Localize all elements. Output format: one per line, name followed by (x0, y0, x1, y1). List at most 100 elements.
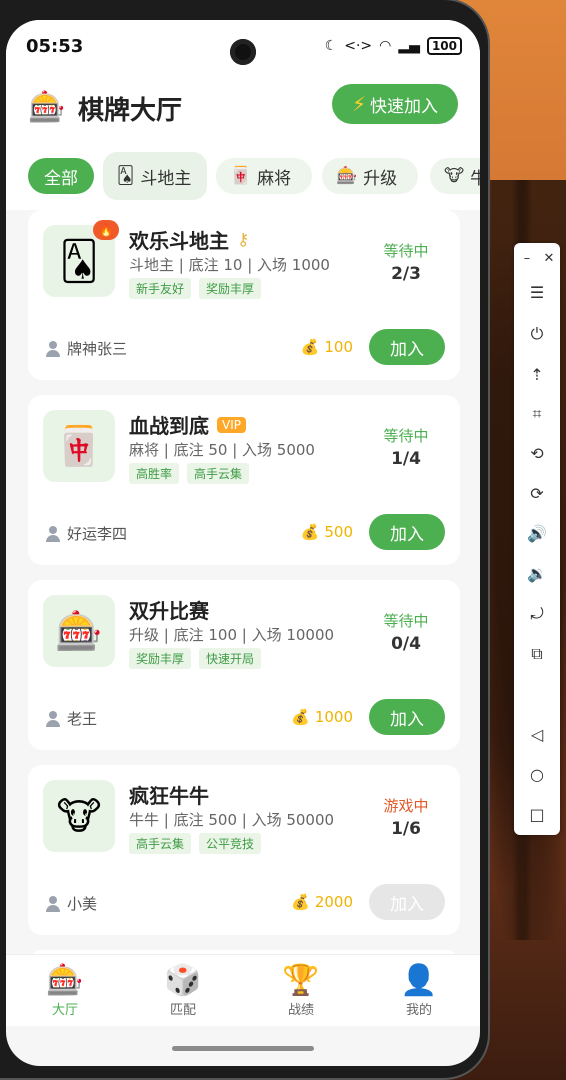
front-camera (230, 39, 256, 65)
room-tag: 高手云集 (187, 463, 250, 484)
player-count: 1/6 (391, 819, 421, 839)
room-title: 疯狂牛牛 (129, 780, 209, 809)
quick-join-label: 快速加入 (370, 96, 439, 117)
room-title: 双升比赛 (129, 595, 209, 624)
nav-lobby[interactable]: 🎰 大厅 (6, 963, 124, 1018)
upload-icon[interactable]: ⇡ (514, 361, 560, 389)
room-card[interactable]: 🐮 疯狂牛牛 牛牛 | 底注 500 | 入场 50000 高手云集 公平竞技 … (28, 765, 460, 935)
room-thumbnail: 🐮 (43, 780, 115, 852)
room-owner: 好运李四 (45, 523, 127, 544)
home-icon[interactable]: ○ (514, 761, 560, 789)
coin-amount: 2000 (314, 893, 353, 911)
room-coins: 💰 100 (301, 338, 353, 356)
money-bag-icon: 💰 (300, 338, 320, 356)
join-button-disabled: 加入 (369, 884, 445, 920)
owner-name: 好运李四 (67, 525, 128, 543)
tab-niuniu[interactable]: 🐮 牛 (430, 158, 480, 194)
vip-badge: VIP (217, 416, 246, 433)
battery-indicator: 100 (426, 37, 462, 55)
emulator-side-toolbar: – ✕ ☰ ⏻ ⇡ ⌗ ⟲ ⟳ 🔊 🔉 ⤾ ⧉ ◁ ○ □ (514, 243, 560, 835)
cow-icon: 🐮 (56, 794, 102, 838)
room-name: 血战到底 (129, 414, 209, 438)
room-list: 🂡 🔥 欢乐斗地主 ⚷ 斗地主 | 底注 10 | 入场 1000 新手友好 奖… (6, 210, 480, 956)
tab-doudizhu[interactable]: 🂡 斗地主 (103, 152, 207, 200)
app-header: 🎰 棋牌大厅 ⚡ 快速加入 (6, 76, 480, 152)
tab-label: 全部 (44, 168, 78, 189)
bottom-navigation: 🎰 大厅 🎲 匹配 🏆 战绩 👤 我的 (6, 954, 480, 1026)
tab-shengji[interactable]: 🎰 升级 (322, 158, 418, 194)
room-tag: 高胜率 (129, 463, 180, 484)
slot-machine-icon: 🎰 (46, 963, 84, 998)
recents-icon[interactable]: □ (514, 801, 560, 829)
player-count: 1/4 (391, 449, 421, 469)
room-thumbnail: 🎰 (43, 595, 115, 667)
wifi-icon: ◠ (379, 38, 392, 54)
room-tag: 高手云集 (129, 833, 192, 854)
card-icon: 🂡 (117, 166, 135, 186)
page-title: 棋牌大厅 (78, 96, 183, 126)
room-coins: 💰 2000 (291, 893, 353, 911)
room-coins: 💰 1000 (291, 708, 353, 726)
home-indicator[interactable] (172, 1046, 314, 1051)
playing-card-icon: 🂡 (59, 239, 99, 283)
crop-icon[interactable]: ⌗ (514, 400, 560, 428)
person-icon (45, 525, 61, 542)
join-button[interactable]: 加入 (369, 329, 445, 365)
room-name: 疯狂牛牛 (129, 784, 209, 808)
room-title: 血战到底 VIP (129, 410, 246, 439)
coin-amount: 100 (324, 338, 353, 356)
room-desc: 麻将 | 底注 50 | 入场 5000 (129, 441, 315, 459)
volume-up-icon[interactable]: 🔊 (514, 520, 560, 548)
player-count: 2/3 (391, 264, 421, 284)
volume-down-icon[interactable]: 🔉 (514, 560, 560, 588)
tab-all[interactable]: 全部 (28, 158, 94, 194)
screenshot-icon[interactable]: ⧉ (514, 640, 560, 668)
close-icon[interactable]: ✕ (526, 245, 566, 273)
room-tags: 新手友好 奖励丰厚 (129, 278, 262, 299)
room-thumbnail: 🀄 (43, 410, 115, 482)
room-tag: 奖励丰厚 (129, 648, 192, 669)
nav-profile[interactable]: 👤 我的 (360, 963, 478, 1018)
status-icons: ☾ <·> ◠ ▂▄ 100 (325, 37, 462, 55)
tab-label: 麻将 (257, 168, 292, 189)
app-screen: 05:53 ☾ <·> ◠ ▂▄ 100 🎰 棋牌大厅 ⚡ 快速加入 全部 🂡 … (6, 20, 480, 1066)
room-card[interactable]: 🂡 🔥 欢乐斗地主 ⚷ 斗地主 | 底注 10 | 入场 1000 新手友好 奖… (28, 210, 460, 380)
nav-label: 我的 (405, 1003, 432, 1018)
join-button[interactable]: 加入 (369, 514, 445, 550)
rotate-right-icon[interactable]: ⟳ (514, 480, 560, 508)
signal-icon: ▂▄ (398, 38, 420, 54)
screen-rotate-icon[interactable]: ⤾ (514, 600, 560, 628)
person-icon (45, 895, 61, 912)
room-card[interactable]: 🎰 双升比赛 升级 | 底注 100 | 入场 10000 奖励丰厚 快速开局 … (28, 580, 460, 750)
room-desc: 牛牛 | 底注 500 | 入场 50000 (129, 811, 335, 829)
nav-records[interactable]: 🏆 战绩 (242, 963, 360, 1018)
room-tag: 公平竞技 (199, 833, 262, 854)
nav-match[interactable]: 🎲 匹配 (124, 963, 242, 1018)
power-icon[interactable]: ⏻ (514, 320, 560, 348)
person-icon (45, 710, 61, 727)
room-tags: 高胜率 高手云集 (129, 463, 250, 484)
owner-name: 老王 (67, 710, 98, 728)
cow-icon: 🐮 (444, 166, 465, 186)
category-tabs: 全部 🂡 斗地主 🀄 麻将 🎰 升级 🐮 牛 (6, 152, 480, 210)
money-bag-icon: 💰 (300, 523, 320, 541)
room-tag: 快速开局 (199, 648, 262, 669)
room-desc: 斗地主 | 底注 10 | 入场 1000 (129, 256, 330, 274)
coin-amount: 1000 (314, 708, 353, 726)
rotate-left-icon[interactable]: ⟲ (514, 440, 560, 468)
room-owner: 小美 (45, 893, 97, 914)
room-name: 欢乐斗地主 (129, 229, 229, 253)
key-icon: ⚷ (237, 229, 250, 250)
nav-label: 大厅 (51, 1003, 78, 1018)
menu-icon[interactable]: ☰ (514, 279, 560, 307)
room-card[interactable]: 🀄 血战到底 VIP 麻将 | 底注 50 | 入场 5000 高胜率 高手云集… (28, 395, 460, 565)
slot-machine-icon: 🎰 (28, 90, 66, 125)
join-button[interactable]: 加入 (369, 699, 445, 735)
quick-join-button[interactable]: ⚡ 快速加入 (332, 84, 458, 124)
data-sync-icon: <·> (344, 38, 373, 54)
tab-mahjong[interactable]: 🀄 麻将 (216, 158, 312, 194)
phone-frame: 05:53 ☾ <·> ◠ ▂▄ 100 🎰 棋牌大厅 ⚡ 快速加入 全部 🂡 … (0, 0, 488, 1078)
tab-label: 升级 (363, 168, 398, 189)
back-icon[interactable]: ◁ (514, 721, 560, 749)
room-title: 欢乐斗地主 ⚷ (129, 225, 249, 254)
